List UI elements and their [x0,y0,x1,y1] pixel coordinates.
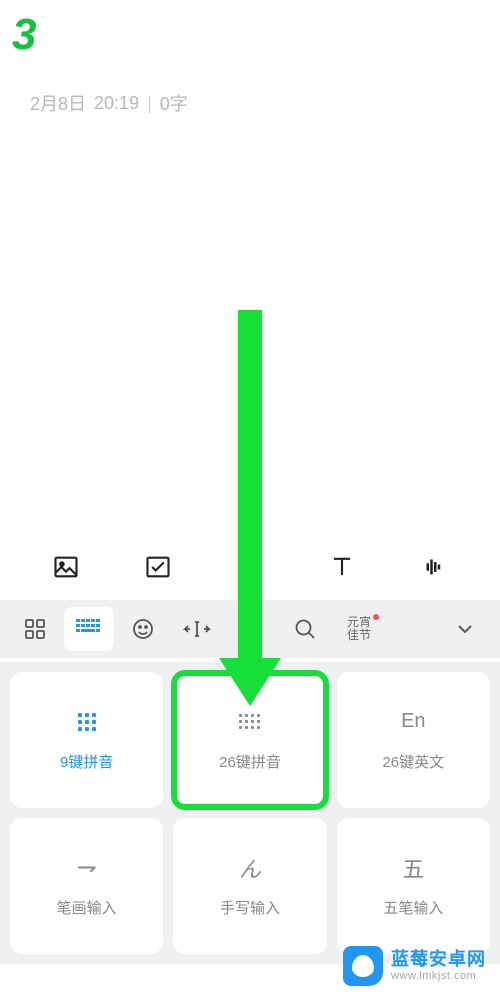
layout-card-26key-pinyin[interactable]: 26键拼音 [173,672,326,808]
meta-divider: | [147,93,152,114]
home-icon[interactable] [233,550,267,584]
editor-action-bar [0,536,500,598]
note-word-count: 0字 [160,90,188,116]
layout-label: 手写输入 [220,897,280,918]
voice-input-icon[interactable] [417,550,451,584]
cursor-move-icon[interactable] [172,607,222,651]
note-time: 20:19 [94,93,139,114]
nine-key-icon [78,709,96,735]
wubi-icon: 五 [402,855,424,881]
handwriting-icon: ん [239,855,261,881]
clipboard-link-icon[interactable] [226,607,276,651]
note-meta: 2月8日 20:19 | 0字 [30,90,188,116]
insert-image-icon[interactable] [49,550,83,584]
layout-card-wubi[interactable]: 五 五笔输入 [337,818,490,954]
keyboard-layout-grid: 9键拼音 26键拼音 En 26键英文 ⇁ 笔画输入 ん 手写输入 五 五笔输入 [0,662,500,964]
step-number-badge: 3 [12,10,36,60]
watermark: 蓝莓安卓网 www.lmkjst.com [343,946,486,986]
layout-label: 笔画输入 [57,897,117,918]
notification-dot-icon [373,614,379,620]
note-date: 2月8日 [30,90,86,116]
watermark-title: 蓝莓安卓网 [391,949,486,971]
watermark-url: www.lmkjst.com [391,970,486,983]
emoji-icon[interactable] [118,607,168,651]
keyboard-layout-icon[interactable] [64,607,114,651]
apps-grid-icon[interactable] [10,607,60,651]
festival-badge[interactable]: 元宵 佳节 [334,607,384,651]
layout-label: 五笔输入 [383,897,443,918]
text-format-icon[interactable] [325,550,359,584]
layout-label: 26键拼音 [219,751,281,772]
stroke-icon: ⇁ [77,855,97,881]
watermark-logo-icon [343,946,383,986]
layout-card-9key-pinyin[interactable]: 9键拼音 [10,672,163,808]
layout-label: 26键英文 [382,751,444,772]
layout-card-26key-english[interactable]: En 26键英文 [337,672,490,808]
keyboard-toolbar: 元宵 佳节 [0,600,500,658]
layout-label: 9键拼音 [60,751,113,772]
layout-card-stroke[interactable]: ⇁ 笔画输入 [10,818,163,954]
twenty-six-key-icon [239,709,260,735]
checklist-icon[interactable] [141,550,175,584]
layout-card-handwriting[interactable]: ん 手写输入 [173,818,326,954]
search-icon[interactable] [280,607,330,651]
collapse-keyboard-icon[interactable] [440,607,490,651]
festival-line2: 佳节 [347,629,371,642]
editor-canvas[interactable] [0,120,500,530]
english-icon: En [401,709,425,735]
